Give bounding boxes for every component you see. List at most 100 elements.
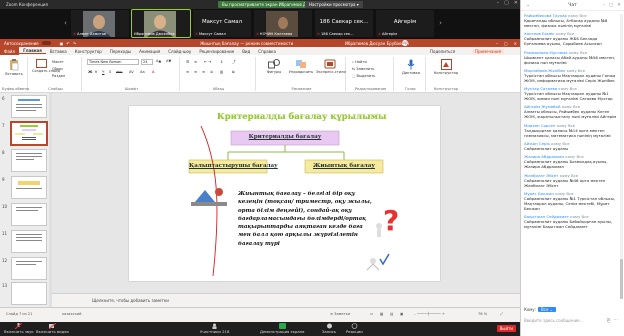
arrange-button[interactable]: Упорядочить xyxy=(288,59,314,74)
bold-icon[interactable]: Ж xyxy=(88,70,92,74)
font-color-icon[interactable]: A xyxy=(152,70,154,74)
share-button[interactable]: Поделиться xyxy=(430,49,455,54)
strip-next-icon[interactable]: › xyxy=(437,19,444,28)
share-screen-button[interactable]: Демонстрация экрана xyxy=(260,323,304,334)
participant-tile-active-speaker[interactable]: Ибрагимов Дюсенбек xyxy=(131,9,191,38)
record-button[interactable]: Запись xyxy=(322,323,336,334)
leave-meeting-button[interactable]: Выйти xyxy=(496,325,516,332)
tab-design[interactable]: Конструктор xyxy=(71,49,106,54)
more-icon[interactable]: ⋯ xyxy=(614,318,619,324)
participant-tile[interactable]: Максут Самал ✕Максут Самал xyxy=(193,10,251,37)
designer-button[interactable]: Конструктор xyxy=(431,59,461,75)
spacing-icon[interactable]: AV xyxy=(129,70,134,74)
smartart-icon[interactable]: ⧉ xyxy=(232,70,235,74)
zoom-slider[interactable]: – ─────┼───── + xyxy=(414,312,445,316)
slide-thumbnail-selected[interactable]: 7 xyxy=(2,121,50,147)
participant-tile[interactable]: Айгерім ✕Айгерім xyxy=(376,10,434,37)
align-right-icon[interactable]: ≡ xyxy=(202,70,205,74)
slide-thumbnail[interactable]: 9 xyxy=(2,176,50,201)
notes-toggle[interactable]: ≡ Заметки xyxy=(330,312,350,316)
recipient-select[interactable]: Все ⌄ xyxy=(538,307,557,312)
dictate-button[interactable]: Диктовка xyxy=(399,59,423,75)
section-button[interactable]: Раздел xyxy=(52,74,65,78)
participants-button[interactable]: Участники 218 xyxy=(200,323,229,334)
indent-icon[interactable]: ⇤ ⇥ xyxy=(204,60,211,64)
align-center-icon[interactable]: ≡ xyxy=(194,70,197,74)
thumbnails-scrollbar[interactable] xyxy=(49,93,52,307)
participant-tile[interactable]: ✕Алмат Хамитов xyxy=(71,10,129,37)
font-size-select[interactable]: 24 xyxy=(141,59,153,65)
ppt-maximize-icon[interactable]: ▢ xyxy=(504,41,508,46)
slide-thumbnail[interactable]: 11 xyxy=(2,230,50,255)
tab-animation[interactable]: Анимация xyxy=(135,49,164,54)
new-slide-button[interactable]: Создать слайд xyxy=(32,59,60,73)
slide-thumbnail[interactable]: 10 xyxy=(2,203,50,228)
paste-button[interactable]: Вставить xyxy=(5,59,23,76)
ppt-minimize-icon[interactable]: – xyxy=(496,41,498,46)
slide-canvas[interactable]: Критериалды бағалау құрылымы ? Критериал… xyxy=(129,106,440,281)
chat-options-icon[interactable]: ⌄ xyxy=(526,0,530,11)
shrink-font-icon[interactable]: A▼ xyxy=(166,59,171,63)
redo-icon[interactable]: ↷ xyxy=(73,41,76,46)
tab-help[interactable]: Справка xyxy=(254,49,280,54)
zoom-percent[interactable]: 76 % xyxy=(478,312,487,316)
user-name[interactable]: Ибрагимов Дюсуан Ерубаевич xyxy=(345,41,409,46)
slide-thumbnail[interactable]: 13 xyxy=(2,282,50,307)
view-sorter-icon[interactable]: ▦ xyxy=(380,312,383,316)
undo-icon[interactable]: ↶ xyxy=(66,41,69,46)
quick-styles-button[interactable]: Экспресс-стили xyxy=(316,59,346,74)
view-options-button[interactable]: Настройки просмотра ▾ xyxy=(305,1,363,8)
line-spacing-icon[interactable]: ↕ xyxy=(220,60,223,64)
columns-icon[interactable]: ▥ xyxy=(220,70,223,74)
case-icon[interactable]: Aa xyxy=(140,70,145,74)
strip-prev-icon[interactable]: ‹ xyxy=(62,19,69,28)
slide-thumbnail[interactable]: 6 xyxy=(2,95,50,120)
tab-home[interactable]: Главная xyxy=(19,48,46,54)
participant-tile[interactable]: 186 Саекар сек... ✕186 Саекар сек... xyxy=(315,10,373,37)
chat-maximize-icon[interactable]: ▢ xyxy=(609,0,613,11)
grow-font-icon[interactable]: A▲ xyxy=(156,59,161,63)
tab-file[interactable]: Файл xyxy=(0,47,20,55)
font-name-select[interactable]: Times New Roman xyxy=(87,59,139,65)
bullets-icon[interactable]: ☰ xyxy=(186,60,189,64)
view-normal-icon[interactable]: ▭ xyxy=(370,312,373,316)
save-icon[interactable]: ▣ xyxy=(60,41,64,46)
comments-button[interactable]: Примечания xyxy=(472,48,505,54)
tab-slideshow[interactable]: Слайд-шоу xyxy=(164,49,195,54)
strikethrough-icon[interactable]: abc xyxy=(116,70,122,74)
view-reading-icon[interactable]: ▤ xyxy=(390,312,393,316)
replace-button[interactable]: ⇆ Заменить xyxy=(352,67,374,71)
numbering-icon[interactable]: ≡ xyxy=(194,60,197,64)
maximize-icon[interactable]: ▢ xyxy=(504,0,509,6)
chat-minimize-icon[interactable]: – xyxy=(603,0,605,11)
shadow-icon[interactable]: S xyxy=(109,70,111,74)
tab-review[interactable]: Рецензирование xyxy=(195,49,238,54)
minimize-icon[interactable]: – xyxy=(497,0,500,6)
slide-thumbnail[interactable]: 12 xyxy=(2,257,50,282)
tab-insert[interactable]: Вставка xyxy=(46,49,71,54)
unmute-button[interactable]: Включить звук xyxy=(4,323,34,334)
close-icon[interactable]: ✕ xyxy=(514,0,518,6)
select-button[interactable]: ⬚ Выделить xyxy=(352,74,375,78)
attach-file-icon[interactable]: ⎘ xyxy=(607,318,611,324)
language-indicator[interactable]: казахский xyxy=(62,312,81,316)
chat-scrollbar[interactable] xyxy=(620,14,623,299)
reactions-button[interactable]: Реакции xyxy=(346,323,363,334)
start-video-button[interactable]: Включить видео xyxy=(36,323,69,334)
user-avatar[interactable]: ИД xyxy=(402,40,408,46)
reset-button[interactable]: Сброс xyxy=(52,67,63,71)
underline-icon[interactable]: Ч xyxy=(102,70,104,74)
shapes-button[interactable]: Фигуры xyxy=(262,59,286,74)
align-left-icon[interactable]: ≡ xyxy=(186,70,189,74)
autosave-toggle[interactable] xyxy=(41,41,51,45)
participant-tile[interactable]: ✕КОЧИН Калтаева xyxy=(254,10,312,37)
layout-button[interactable]: Макет xyxy=(52,60,64,64)
find-button[interactable]: ⌕ Найти xyxy=(352,60,367,64)
justify-icon[interactable]: ≣ xyxy=(210,70,213,74)
italic-icon[interactable]: К xyxy=(95,70,98,74)
chat-close-icon[interactable]: ✕ xyxy=(617,0,621,11)
notes-pane[interactable]: Щелкните, чтобы добавить заметки xyxy=(52,293,520,307)
view-slideshow-icon[interactable]: ▣ xyxy=(400,312,403,316)
fit-slide-icon[interactable]: ⤢ xyxy=(500,312,503,316)
slide-thumbnail[interactable]: 8 xyxy=(2,149,50,174)
